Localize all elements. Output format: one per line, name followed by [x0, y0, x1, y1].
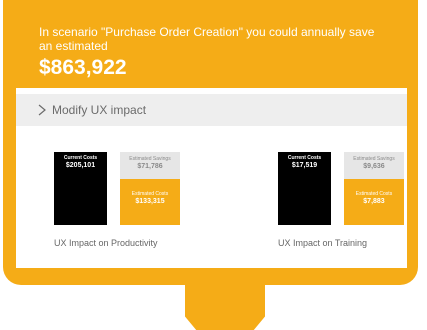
estimated-savings-value: $9,636: [363, 163, 385, 170]
current-costs-value: $17,519: [291, 162, 318, 169]
savings-description: In scenario "Purchase Order Creation" yo…: [39, 25, 375, 53]
current-costs-bar: Current Costs $17,519: [278, 152, 331, 225]
productivity-impact-chart: Current Costs $205,101 Estimated Savings…: [54, 152, 194, 248]
estimated-savings-value: $71,786: [137, 163, 163, 170]
estimated-savings-bar: Estimated Savings $71,786: [120, 152, 180, 179]
modify-ux-impact-label: Modify UX impact: [52, 103, 147, 117]
estimated-costs-bar: Estimated Costs $7,883: [344, 179, 404, 225]
estimated-costs-value: $7,883: [363, 198, 385, 205]
estimated-costs-bar: Estimated Costs $133,315: [120, 179, 180, 225]
monitor-screen: In scenario "Purchase Order Creation" yo…: [16, 12, 407, 271]
chart-caption: UX Impact on Productivity: [54, 238, 158, 248]
current-costs-bar: Current Costs $205,101: [54, 152, 107, 225]
savings-banner: In scenario "Purchase Order Creation" yo…: [16, 12, 407, 88]
estimated-savings-bar: Estimated Savings $9,636: [344, 152, 404, 179]
training-impact-chart: Current Costs $17,519 Estimated Savings …: [278, 152, 407, 248]
screen-bottom-divider: [16, 268, 407, 271]
chart-bars: Current Costs $205,101 Estimated Savings…: [54, 152, 194, 225]
savings-amount: $863,922: [39, 56, 127, 79]
chart-caption: UX Impact on Training: [278, 238, 368, 248]
monitor-frame: In scenario "Purchase Order Creation" yo…: [3, 0, 418, 285]
current-costs-value: $205,101: [65, 162, 96, 169]
monitor-stand: [185, 285, 265, 330]
estimated-costs-value: $133,315: [135, 198, 165, 205]
modify-ux-impact-toggle[interactable]: Modify UX impact: [16, 94, 407, 126]
chevron-right-icon: [38, 104, 46, 116]
chart-bars: Current Costs $17,519 Estimated Savings …: [278, 152, 407, 225]
